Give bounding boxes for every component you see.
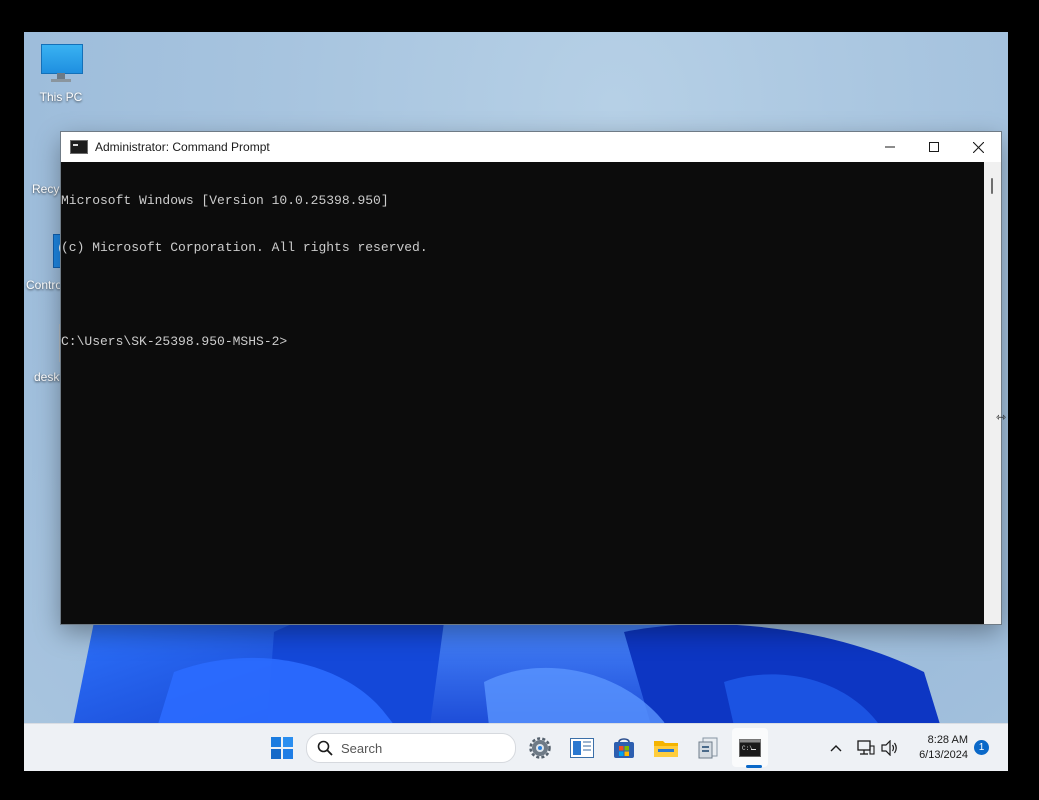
clock[interactable]: 8:28 AM 6/13/2024 — [908, 724, 968, 771]
maximize-icon — [929, 142, 939, 152]
command-prompt-window[interactable]: Administrator: Command Prompt Microsoft … — [61, 132, 1001, 624]
clock-date: 6/13/2024 — [919, 748, 968, 761]
taskbar-app-command-prompt[interactable]: C:\ — [732, 728, 768, 767]
title-bar[interactable]: Administrator: Command Prompt — [61, 132, 1001, 162]
store-icon — [614, 737, 634, 758]
search-placeholder: Search — [341, 740, 383, 756]
chevron-up-icon — [830, 744, 842, 751]
command-prompt-icon: C:\ — [739, 738, 761, 757]
scrollbar-thumb[interactable] — [991, 178, 993, 194]
console-prompt-line: C:\Users\SK-25398.950-MSHS-2> — [61, 333, 288, 349]
network-icon — [857, 739, 875, 755]
notification-badge[interactable]: 1 — [974, 740, 989, 755]
settings-icon — [529, 736, 551, 759]
vertical-scrollbar[interactable] — [984, 162, 1001, 624]
taskbar-app-archive[interactable] — [690, 724, 726, 771]
task-manager-icon — [570, 737, 594, 758]
console-output[interactable]: Microsoft Windows [Version 10.0.25398.95… — [61, 162, 984, 624]
taskbar-search-box[interactable]: Search — [306, 733, 516, 763]
monitor-icon — [39, 42, 83, 86]
desktop-icon-label: This PC — [39, 90, 83, 104]
taskbar-app-store[interactable] — [606, 724, 642, 771]
clock-time: 8:28 AM — [927, 733, 968, 746]
svg-text:C:\: C:\ — [742, 745, 753, 752]
start-button[interactable] — [264, 724, 300, 771]
taskbar-app-file-explorer[interactable] — [648, 724, 684, 771]
console-line: (c) Microsoft Corporation. All rights re… — [61, 239, 428, 255]
file-explorer-icon — [654, 740, 678, 757]
tray-network-button[interactable] — [854, 724, 878, 771]
minimize-icon — [885, 146, 895, 148]
start-icon — [271, 736, 293, 759]
close-button[interactable] — [956, 132, 1000, 162]
tray-overflow-button[interactable] — [824, 724, 848, 771]
maximize-button[interactable] — [912, 132, 956, 162]
window-title: Administrator: Command Prompt — [95, 140, 270, 154]
tray-volume-button[interactable] — [878, 724, 902, 771]
archive-icon — [698, 737, 718, 758]
close-icon — [972, 141, 984, 153]
search-icon — [317, 740, 333, 756]
taskbar: Search C:\ 8:28 AM 6/13/2024 1 — [24, 723, 1008, 771]
resize-cursor-icon: ⇿ — [996, 410, 1007, 424]
active-app-indicator — [746, 765, 762, 768]
volume-icon — [881, 739, 897, 756]
taskbar-app-task-manager[interactable] — [564, 724, 600, 771]
console-line: Microsoft Windows [Version 10.0.25398.95… — [61, 193, 389, 209]
command-prompt-icon — [70, 140, 88, 154]
desktop-icon-this-pc[interactable]: This PC — [24, 42, 98, 104]
taskbar-app-settings[interactable] — [522, 724, 558, 771]
minimize-button[interactable] — [868, 132, 912, 162]
